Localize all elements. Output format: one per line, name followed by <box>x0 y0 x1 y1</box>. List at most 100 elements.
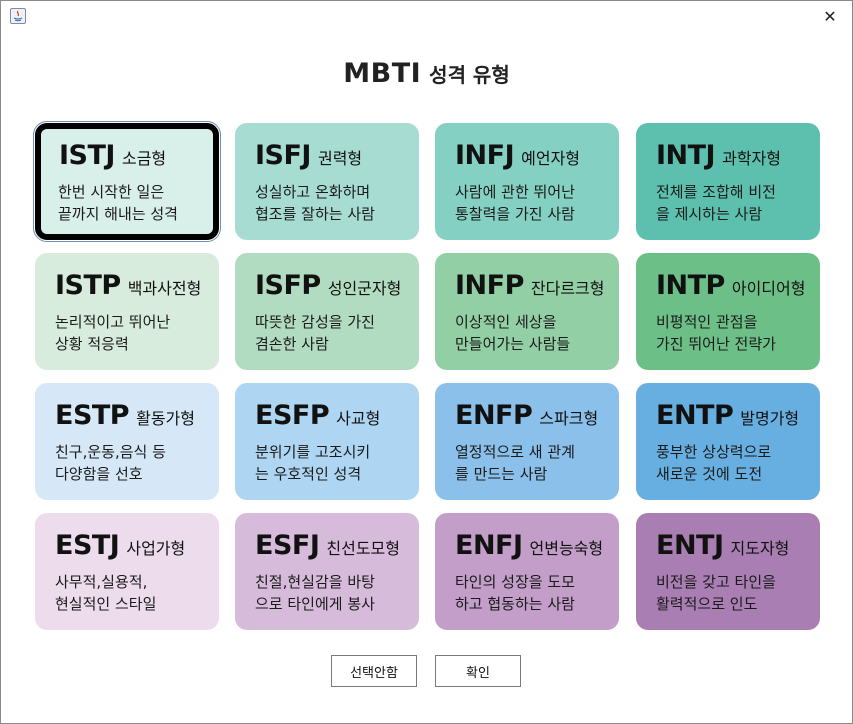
card-description: 사람에 관한 뛰어난통찰력을 가진 사람 <box>455 181 575 225</box>
card-header: INTP 아이디어형 <box>656 270 805 301</box>
card-type-code: ESTP <box>55 400 130 431</box>
java-app-icon <box>10 8 26 24</box>
mbti-card-infp[interactable]: INFP 잔다르크형이상적인 세상을 만들어가는 사람들 <box>435 253 619 370</box>
card-header: ENTP 발명가형 <box>656 400 799 431</box>
card-description-line: 통찰력을 가진 사람 <box>455 205 575 223</box>
card-description-line: 비평적인 관점을 <box>656 313 758 331</box>
page-title-main: MBTI <box>343 58 422 89</box>
page-title: MBTI 성격 유형 <box>0 58 853 89</box>
card-description-line: 끝까지 해내는 성격 <box>58 205 178 223</box>
card-description-line: 현실적인 스타일 <box>55 595 157 613</box>
card-header: INTJ 과학자형 <box>656 140 781 171</box>
card-description: 타인의 성장을 도모하고 협동하는 사람 <box>455 571 575 615</box>
card-type-name: 사업가형 <box>126 539 186 558</box>
card-type-code: ESTJ <box>55 530 120 561</box>
card-header: ENTJ 지도자형 <box>656 530 789 561</box>
card-header: ESFJ 친선도모형 <box>255 530 400 561</box>
card-description-line: 이상적인 세상을 <box>455 313 557 331</box>
card-type-name: 사교형 <box>336 409 381 428</box>
card-description-line: 상황 적응력 <box>55 335 129 353</box>
mbti-card-isfp[interactable]: ISFP 성인군자형 따뜻한 감성을 가진 겸손한 사람 <box>235 253 419 370</box>
card-type-code: ISTJ <box>59 140 115 171</box>
card-description: 열정적으로 새 관계를 만드는 사람 <box>455 441 575 485</box>
card-type-name: 활동가형 <box>136 409 195 428</box>
card-header: ENFJ 언변능숙형 <box>455 530 603 561</box>
card-type-name: 언변능숙형 <box>529 539 604 558</box>
select-none-button[interactable]: 선택안함 <box>331 655 417 687</box>
card-description-line: 을 제시하는 사람 <box>656 205 763 223</box>
card-header: INFP 잔다르크형 <box>455 270 604 301</box>
card-header: ISTP 백과사전형 <box>55 270 201 301</box>
card-description-line: 따뜻한 감성을 가진 <box>255 313 375 331</box>
card-description-line: 으로 타인에게 봉사 <box>255 595 375 613</box>
card-header: ESTP 활동가형 <box>55 400 195 431</box>
card-description: 친절,현실감을 바탕 으로 타인에게 봉사 <box>255 571 375 615</box>
mbti-card-estj[interactable]: ESTJ 사업가형사무적,실용적, 현실적인 스타일 <box>35 513 219 630</box>
card-description-line: 한번 시작한 일은 <box>58 183 165 201</box>
card-type-code: ISFJ <box>255 140 311 171</box>
confirm-button[interactable]: 확인 <box>435 655 521 687</box>
card-type-name: 백과사전형 <box>127 279 202 298</box>
mbti-card-intj[interactable]: INTJ 과학자형전체를 조합해 비전을 제시하는 사람 <box>636 123 820 240</box>
card-description-line: 풍부한 상상력으로 <box>656 443 772 461</box>
card-header: ENFP 스파크형 <box>455 400 598 431</box>
mbti-card-enfj[interactable]: ENFJ 언변능숙형타인의 성장을 도모하고 협동하는 사람 <box>435 513 619 630</box>
card-type-name: 잔다르크형 <box>530 279 605 298</box>
card-description: 성실하고 온화하며 협조를 잘하는 사람 <box>255 181 375 225</box>
card-type-name: 권력형 <box>317 149 363 168</box>
card-header: INFJ 예언자형 <box>455 140 580 171</box>
card-description: 이상적인 세상을 만들어가는 사람들 <box>455 311 570 355</box>
card-description: 한번 시작한 일은끝까지 해내는 성격 <box>58 181 178 225</box>
mbti-card-isfj[interactable]: ISFJ 권력형성실하고 온화하며 협조를 잘하는 사람 <box>235 123 419 240</box>
card-type-code: ISTP <box>55 270 121 301</box>
close-icon: ✕ <box>823 6 837 26</box>
card-header: ISTJ 소금형 <box>59 140 166 171</box>
mbti-card-istp[interactable]: ISTP 백과사전형논리적이고 뛰어난상황 적응력 <box>35 253 219 370</box>
mbti-card-enfp[interactable]: ENFP 스파크형열정적으로 새 관계를 만드는 사람 <box>435 383 619 500</box>
mbti-card-entp[interactable]: ENTP 발명가형풍부한 상상력으로새로운 것에 도전 <box>636 383 820 500</box>
close-button[interactable]: ✕ <box>808 1 852 31</box>
card-description: 분위기를 고조시키는 우호적인 성격 <box>255 441 370 485</box>
card-description-line: 전체를 조합해 비전 <box>656 183 776 201</box>
card-description-line: 열정적으로 새 관계 <box>455 443 575 461</box>
card-type-code: ENTJ <box>656 530 724 561</box>
card-description-line: 가진 뛰어난 전략가 <box>656 335 776 353</box>
mbti-card-istj[interactable]: ISTJ 소금형한번 시작한 일은끝까지 해내는 성격 <box>33 121 221 242</box>
card-type-name: 발명가형 <box>740 409 800 428</box>
card-description-line: 타인의 성장을 도모 <box>455 573 575 591</box>
card-description-line: 활력적으로 인도 <box>656 595 758 613</box>
mbti-card-esfj[interactable]: ESFJ 친선도모형친절,현실감을 바탕 으로 타인에게 봉사 <box>235 513 419 630</box>
card-header: ESTJ 사업가형 <box>55 530 185 561</box>
card-type-code: ISFP <box>255 270 321 301</box>
card-type-code: ENTP <box>656 400 734 431</box>
card-description-line: 를 만드는 사람 <box>455 465 548 483</box>
mbti-card-intp[interactable]: INTP 아이디어형비평적인 관점을가진 뛰어난 전략가 <box>636 253 820 370</box>
card-type-code: ESFP <box>255 400 330 431</box>
card-description: 친구,운동,음식 등 다양함을 선호 <box>55 441 166 485</box>
card-type-name: 지도자형 <box>730 539 790 558</box>
card-description-line: 새로운 것에 도전 <box>656 465 763 483</box>
card-type-name: 과학자형 <box>722 149 781 168</box>
card-type-name: 예언자형 <box>521 149 581 168</box>
card-description-line: 사무적,실용적, <box>55 573 148 591</box>
card-header: ESFP 사교형 <box>255 400 380 431</box>
card-description-line: 하고 협동하는 사람 <box>455 595 575 613</box>
mbti-card-infj[interactable]: INFJ 예언자형사람에 관한 뛰어난통찰력을 가진 사람 <box>435 123 619 240</box>
mbti-card-estp[interactable]: ESTP 활동가형친구,운동,음식 등 다양함을 선호 <box>35 383 219 500</box>
card-description-line: 사람에 관한 뛰어난 <box>455 183 575 201</box>
card-type-code: ENFJ <box>455 530 523 561</box>
page-title-sub: 성격 유형 <box>429 63 510 87</box>
card-type-name: 성인군자형 <box>327 279 402 298</box>
card-type-name: 소금형 <box>121 149 167 168</box>
card-type-code: ENFP <box>455 400 533 431</box>
card-type-name: 친선도모형 <box>326 539 400 558</box>
card-type-name: 아이디어형 <box>731 279 806 298</box>
card-description: 사무적,실용적, 현실적인 스타일 <box>55 571 156 615</box>
card-description-line: 성실하고 온화하며 <box>255 183 371 201</box>
card-description-line: 논리적이고 뛰어난 <box>55 313 171 331</box>
card-description-line: 는 우호적인 성격 <box>255 465 362 483</box>
mbti-card-entj[interactable]: ENTJ 지도자형 비전을 갖고 타인을 활력적으로 인도 <box>636 513 820 630</box>
card-type-code: INTP <box>656 270 725 301</box>
mbti-card-esfp[interactable]: ESFP 사교형분위기를 고조시키는 우호적인 성격 <box>235 383 419 500</box>
card-description-line: 분위기를 고조시키 <box>255 443 371 461</box>
